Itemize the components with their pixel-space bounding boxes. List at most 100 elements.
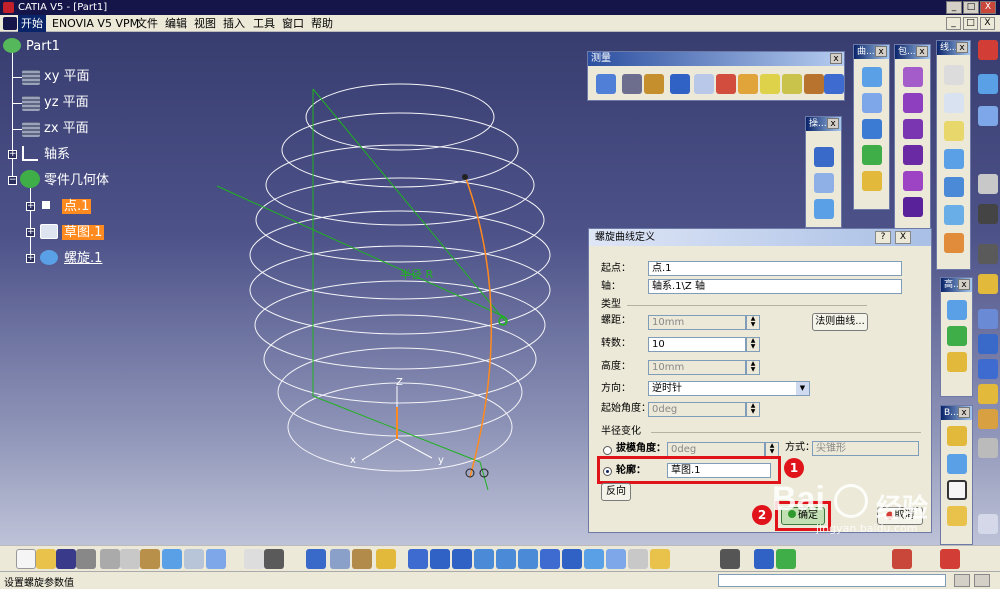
- open-icon[interactable]: [36, 549, 56, 569]
- compass-icon[interactable]: [978, 514, 998, 534]
- maximize-button[interactable]: □: [963, 1, 979, 14]
- revolve-icon[interactable]: [903, 93, 923, 113]
- menu-enovia[interactable]: ENOVIA V5 VPM: [52, 15, 139, 32]
- tree-point1[interactable]: 点.1: [62, 198, 92, 216]
- offset-icon[interactable]: [903, 171, 923, 191]
- capture-icon[interactable]: [720, 549, 740, 569]
- formula-icon[interactable]: [978, 244, 998, 264]
- menu-insert[interactable]: 插入: [223, 15, 245, 32]
- connect-curve-icon[interactable]: [862, 119, 882, 139]
- wrap-surface-icon[interactable]: [947, 352, 967, 372]
- xyz-icon[interactable]: [978, 309, 998, 329]
- pattern2-icon[interactable]: [978, 409, 998, 429]
- start-angle-spinner[interactable]: ▲ ▼: [746, 402, 760, 417]
- close-icon[interactable]: x: [827, 118, 839, 129]
- select-icon[interactable]: [978, 174, 998, 194]
- multi-view-icon[interactable]: [562, 549, 582, 569]
- menu-file[interactable]: 文件: [136, 15, 158, 32]
- spline-icon[interactable]: [862, 145, 882, 165]
- blend-icon[interactable]: [947, 454, 967, 474]
- workbench-icon[interactable]: [978, 40, 998, 60]
- reverse-button[interactable]: 反向: [601, 483, 631, 501]
- law-icon[interactable]: [978, 274, 998, 294]
- intersection-icon[interactable]: [944, 177, 964, 197]
- dialog-help-button[interactable]: ?: [875, 231, 891, 244]
- measure-cube-icon[interactable]: [670, 74, 690, 94]
- zoom-out-icon[interactable]: [518, 549, 538, 569]
- bump-icon[interactable]: [947, 300, 967, 320]
- app-menu-icon[interactable]: [3, 17, 17, 30]
- boundary-icon[interactable]: [814, 199, 834, 219]
- grid2-icon[interactable]: [978, 359, 998, 379]
- fly-icon[interactable]: [408, 549, 428, 569]
- expand-point-icon[interactable]: +: [26, 202, 35, 211]
- menu-view[interactable]: 视图: [194, 15, 216, 32]
- save-icon[interactable]: [56, 549, 76, 569]
- way-select[interactable]: 尖锥形: [812, 441, 919, 456]
- normal-view-icon[interactable]: [540, 549, 560, 569]
- expand-axis-icon[interactable]: +: [8, 150, 17, 159]
- tree-helix1[interactable]: 螺旋.1: [64, 250, 102, 268]
- height-spinner[interactable]: ▲ ▼: [746, 360, 760, 375]
- turns-field[interactable]: 10: [648, 337, 746, 352]
- doc-restore-button[interactable]: □: [963, 17, 978, 30]
- mapping-icon[interactable]: [804, 74, 824, 94]
- catalog-icon[interactable]: [352, 549, 372, 569]
- dialog-close-button[interactable]: X: [895, 231, 911, 244]
- tree-part1[interactable]: Part1: [26, 38, 60, 56]
- measure-inertia-icon[interactable]: [644, 74, 664, 94]
- measure-between-icon[interactable]: [596, 74, 616, 94]
- sweep-icon[interactable]: [903, 197, 923, 217]
- taper-radio[interactable]: [603, 446, 612, 455]
- law-curve-button[interactable]: 法则曲线...: [812, 313, 868, 331]
- expand-sketch-icon[interactable]: +: [26, 228, 35, 237]
- tree-yz-plane[interactable]: yz 平面: [44, 94, 89, 112]
- orientation-select[interactable]: 逆时针: [648, 381, 810, 396]
- point-tool-icon[interactable]: [944, 65, 964, 85]
- fill-icon[interactable]: [947, 426, 967, 446]
- menu-window[interactable]: 窗口: [282, 15, 304, 32]
- sphere-icon[interactable]: [903, 119, 923, 139]
- tree-axis-system[interactable]: 轴系: [44, 146, 70, 164]
- tree-xy-plane[interactable]: xy 平面: [44, 68, 90, 86]
- status-button[interactable]: [954, 574, 970, 587]
- close-icon[interactable]: x: [875, 46, 887, 57]
- circle-icon[interactable]: [862, 67, 882, 87]
- grid-icon[interactable]: [978, 334, 998, 354]
- axis-field[interactable]: 轴系.1\Z 轴: [648, 279, 902, 294]
- exit-workbench-icon[interactable]: [978, 106, 998, 126]
- hide-show-icon[interactable]: [628, 549, 648, 569]
- command-input[interactable]: [718, 574, 946, 587]
- join-icon[interactable]: [814, 147, 834, 167]
- start-point-field[interactable]: 点.1: [648, 261, 902, 276]
- table-icon[interactable]: [306, 549, 326, 569]
- macro-icon[interactable]: [264, 549, 284, 569]
- line-tool-icon[interactable]: [944, 93, 964, 113]
- taper-spinner[interactable]: ▲ ▼: [765, 442, 779, 457]
- tree-zx-plane[interactable]: zx 平面: [44, 120, 89, 138]
- iso-view-icon[interactable]: [584, 549, 604, 569]
- height-field[interactable]: 10mm: [648, 360, 746, 375]
- chevron-down-icon[interactable]: ▼: [796, 382, 809, 395]
- print-icon[interactable]: [76, 549, 96, 569]
- plane-tool-icon[interactable]: [944, 121, 964, 141]
- shading-icon[interactable]: [606, 549, 626, 569]
- zoom-in-icon[interactable]: [496, 549, 516, 569]
- menu-help[interactable]: 帮助: [311, 15, 333, 32]
- pattern-icon[interactable]: [978, 384, 998, 404]
- projection-icon[interactable]: [944, 149, 964, 169]
- undo-icon[interactable]: [162, 549, 182, 569]
- measure-bottom-icon[interactable]: [776, 549, 796, 569]
- menu-start[interactable]: 开始: [18, 15, 46, 32]
- update-icon[interactable]: [754, 549, 774, 569]
- close-button[interactable]: X: [980, 1, 996, 14]
- measure-item-icon[interactable]: [622, 74, 642, 94]
- paste-icon[interactable]: [140, 549, 160, 569]
- menu-edit[interactable]: 编辑: [165, 15, 187, 32]
- param-icon[interactable]: [330, 549, 350, 569]
- turns-spinner[interactable]: ▲ ▼: [746, 337, 760, 352]
- split-icon[interactable]: [814, 173, 834, 193]
- copy-icon[interactable]: [120, 549, 140, 569]
- helix-curve-icon[interactable]: [862, 171, 882, 191]
- close-icon[interactable]: x: [956, 42, 968, 53]
